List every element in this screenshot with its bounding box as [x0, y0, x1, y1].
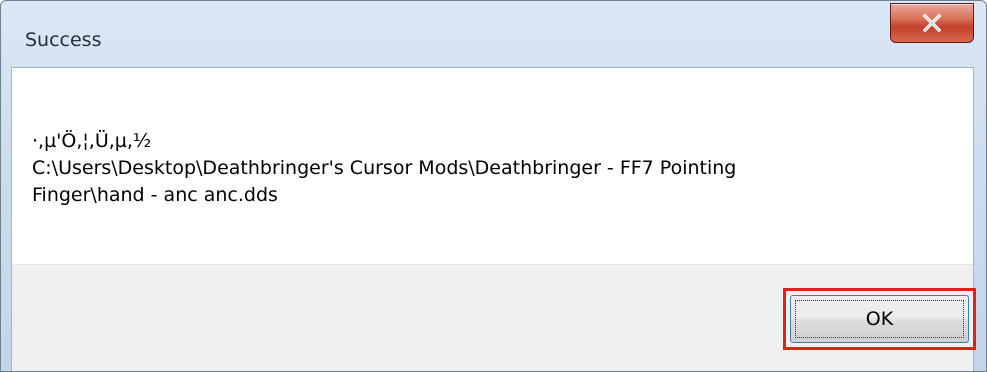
dialog-body: ·,µ'Ö,¦,Ü,µ,½ C:\Users\Desktop\Deathbrin… — [11, 67, 976, 371]
ok-button-label: OK — [865, 308, 894, 330]
message-line: C:\Users\Desktop\Deathbringer's Cursor M… — [32, 157, 737, 179]
message-line: Finger\hand - anc anc.dds — [32, 184, 278, 206]
ok-button[interactable]: OK — [790, 295, 969, 343]
message-line: ·,µ'Ö,¦,Ü,µ,½ — [32, 130, 152, 152]
dialog-window: Success ·,µ'Ö,¦,Ü,µ,½ C:\Users\Desktop\D… — [0, 0, 987, 372]
dialog-title: Success — [25, 29, 102, 51]
close-button[interactable] — [890, 3, 974, 43]
close-x-icon — [922, 14, 942, 32]
message-text: ·,µ'Ö,¦,Ü,µ,½ C:\Users\Desktop\Deathbrin… — [32, 128, 932, 209]
title-bar[interactable]: Success — [1, 1, 986, 67]
